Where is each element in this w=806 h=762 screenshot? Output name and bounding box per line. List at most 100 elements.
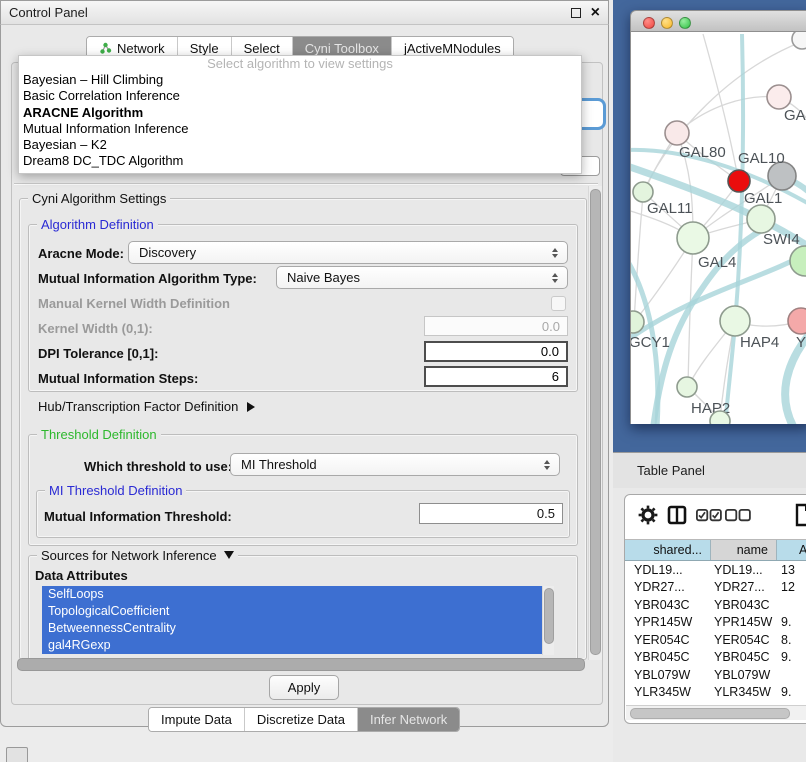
scrollbar-thumb[interactable] <box>630 708 790 719</box>
stepper-arrows-icon <box>544 460 550 470</box>
data-attributes-list: SelfLoops TopologicalCoefficient Between… <box>42 586 554 655</box>
algorithm-option[interactable]: Mutual Information Inference <box>19 121 581 137</box>
table-rows: YDL19...YDL19...13 YDR27...YDR27...12 YB… <box>625 561 806 719</box>
network-node-gal1[interactable] <box>747 205 775 233</box>
dpi-tolerance-label: DPI Tolerance [0,1]: <box>38 346 158 361</box>
network-node[interactable] <box>792 32 806 49</box>
network-node-label: GAL4 <box>698 254 736 271</box>
tab-style-label: Style <box>190 41 219 56</box>
control-panel-title: Control Panel <box>9 5 88 20</box>
algorithm-option[interactable]: Basic Correlation Inference <box>19 88 581 104</box>
scrollbar-thumb[interactable] <box>590 189 601 655</box>
network-edge <box>725 34 743 424</box>
tab-cyni-toolbox-label: Cyni Toolbox <box>305 41 379 56</box>
network-node-hap4[interactable] <box>720 306 750 336</box>
scrollbar-thumb[interactable] <box>544 588 554 644</box>
close-traffic-light-icon[interactable] <box>643 17 655 29</box>
mi-steps-value: 6 <box>552 369 559 384</box>
mi-steps-label: Mutual Information Steps: <box>38 371 198 386</box>
table-row[interactable]: YER054CYER054C8. <box>625 631 806 649</box>
network-canvas[interactable]: GALGAL80GAL10GAL1GAL11GAL4SWI4GCY1HAP4YH… <box>630 32 806 424</box>
network-node-label: GAL10 <box>738 150 785 167</box>
manual-kernel-width-checkbox[interactable] <box>551 296 566 311</box>
column-header-shared-name[interactable]: shared... <box>625 540 711 560</box>
minimize-traffic-light-icon[interactable] <box>661 17 673 29</box>
network-node-gal80[interactable] <box>665 121 689 145</box>
stepper-arrows-icon <box>552 248 558 258</box>
network-node-label: GAL11 <box>647 200 693 217</box>
network-node-gal[interactable] <box>767 85 791 109</box>
attribute-item[interactable]: TopologicalCoefficient <box>42 603 554 620</box>
settings-vertical-scrollbar[interactable] <box>588 186 602 660</box>
dpi-tolerance-value: 0.0 <box>541 344 559 359</box>
kernel-width-input[interactable]: 0.0 <box>424 316 568 336</box>
control-panel-titlebar[interactable]: Control Panel × <box>0 0 609 25</box>
algorithm-option[interactable]: Bayesian – K2 <box>19 137 581 153</box>
apply-button-label: Apply <box>288 680 321 695</box>
mi-algorithm-type-value: Naive Bayes <box>287 270 360 285</box>
tab-infer-network[interactable]: Infer Network <box>358 708 459 731</box>
zoom-traffic-light-icon[interactable] <box>679 17 691 29</box>
float-window-icon[interactable] <box>571 8 581 18</box>
network-node-swi4[interactable] <box>790 246 806 276</box>
network-node-y[interactable] <box>788 308 806 334</box>
gear-icon[interactable] <box>638 505 658 525</box>
tab-impute-data[interactable]: Impute Data <box>149 708 245 731</box>
expand-arrow-icon[interactable] <box>247 402 255 412</box>
table-horizontal-scrollbar[interactable] <box>626 705 806 720</box>
attribute-item[interactable]: gal4RGexp <box>42 637 554 654</box>
column-header-name[interactable]: name <box>711 540 777 560</box>
network-node[interactable] <box>728 170 750 192</box>
table-row[interactable]: YBR045CYBR045C9. <box>625 649 806 667</box>
hub-definition-label: Hub/Transcription Factor Definition <box>38 399 238 414</box>
table-subwindow: shared... name A YDL19...YDL19...13 YDR2… <box>624 494 806 724</box>
algorithm-dropdown-popup: Select algorithm to view settings Bayesi… <box>18 55 582 174</box>
table-row[interactable]: YBL079WYBL079W <box>625 666 806 684</box>
collapse-arrow-icon[interactable] <box>224 551 234 559</box>
algorithm-option[interactable]: Dream8 DC_TDC Algorithm <box>19 153 581 169</box>
mi-algorithm-type-select[interactable]: Naive Bayes <box>276 266 568 289</box>
which-threshold-label: Which threshold to use: <box>84 459 232 474</box>
table-panel-titlebar[interactable]: Table Panel <box>613 452 806 488</box>
sources-title[interactable]: Sources for Network Inference <box>37 548 238 563</box>
column-header-partial[interactable]: A <box>777 540 806 560</box>
algorithm-definition-title: Algorithm Definition <box>37 217 158 232</box>
network-node[interactable] <box>710 411 730 424</box>
collapsed-panel-button[interactable] <box>6 747 28 762</box>
network-node-gal11[interactable] <box>633 182 653 202</box>
kernel-width-value: 0.0 <box>542 319 560 334</box>
attribute-list-scrollbar[interactable] <box>542 586 554 655</box>
network-node-gal4[interactable] <box>677 222 709 254</box>
tab-discretize-data[interactable]: Discretize Data <box>245 708 358 731</box>
split-view-icon[interactable] <box>667 505 687 525</box>
mi-threshold-input[interactable]: 0.5 <box>419 503 563 524</box>
algorithm-option[interactable]: Bayesian – Hill Climbing <box>19 72 581 88</box>
which-threshold-select[interactable]: MI Threshold <box>230 453 560 476</box>
attribute-item[interactable]: SelfLoops <box>42 586 554 603</box>
table-row[interactable]: YDR27...YDR27...12 <box>625 579 806 597</box>
attribute-item[interactable]: BetweennessCentrality <box>42 620 554 637</box>
algorithm-option-selected[interactable]: ARACNE Algorithm <box>19 105 581 121</box>
table-row[interactable]: YPR145WYPR145W9. <box>625 614 806 632</box>
table-row[interactable]: YBR043CYBR043C <box>625 596 806 614</box>
table-row[interactable]: YLR345WYLR345W9. <box>625 684 806 702</box>
divider-line <box>14 183 598 185</box>
network-window-titlebar[interactable] <box>630 10 806 32</box>
deselect-all-checkboxes-icon[interactable] <box>725 509 751 522</box>
mi-steps-input[interactable]: 6 <box>424 366 568 387</box>
table-row[interactable]: YDL19...YDL19...13 <box>625 561 806 579</box>
aracne-mode-select[interactable]: Discovery <box>128 241 568 264</box>
network-node-hap2[interactable] <box>677 377 697 397</box>
network-svg[interactable]: GALGAL80GAL10GAL1GAL11GAL4SWI4GCY1HAP4YH… <box>631 32 806 424</box>
settings-horizontal-scrollbar[interactable] <box>17 658 585 671</box>
tab-select-label: Select <box>244 41 280 56</box>
apply-button[interactable]: Apply <box>269 675 339 700</box>
hub-definition-toggle[interactable]: Hub/Transcription Factor Definition <box>38 399 255 414</box>
bottom-tab-bar: Impute Data Discretize Data Infer Networ… <box>148 707 460 732</box>
table-header-row: shared... name A <box>625 539 806 561</box>
network-node-label: GCY1 <box>631 334 670 351</box>
select-all-checkboxes-icon[interactable] <box>696 509 722 522</box>
dpi-tolerance-input[interactable]: 0.0 <box>424 341 568 362</box>
close-icon[interactable]: × <box>591 2 600 23</box>
new-column-icon[interactable] <box>794 503 806 527</box>
